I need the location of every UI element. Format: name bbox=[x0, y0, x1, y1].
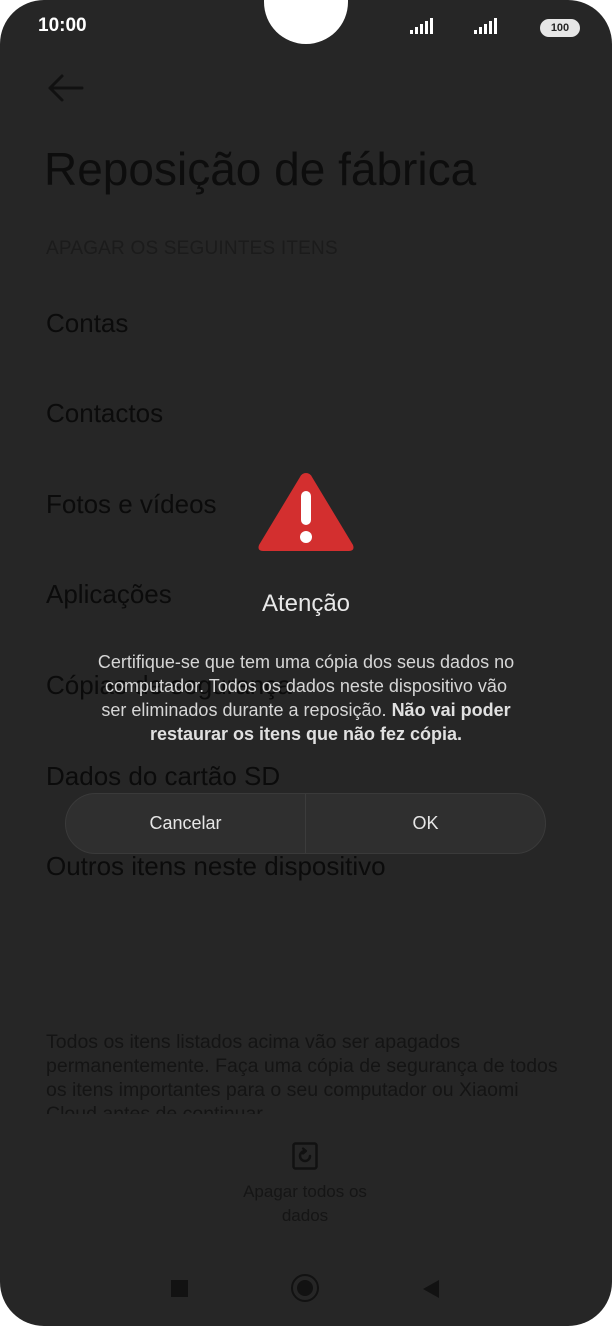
list-item-contactos: Contactos bbox=[46, 398, 164, 428]
phone-screen: 10:00 100 Reposição de fábrica APAGAR OS… bbox=[0, 0, 612, 1326]
dialog-body-line3b: Não vai poder bbox=[391, 700, 511, 720]
battery-icon: 100 bbox=[540, 19, 580, 37]
nav-recents-icon[interactable] bbox=[171, 1280, 188, 1297]
signal-icon-2 bbox=[474, 18, 497, 34]
dialog-body: Certifique-se que tem uma cópia dos seus… bbox=[60, 650, 552, 746]
cancel-button[interactable]: Cancelar bbox=[66, 794, 305, 853]
dialog-body-line3a: ser eliminados durante a reposição. bbox=[101, 700, 392, 720]
dialog-button-group: Cancelar OK bbox=[65, 793, 546, 854]
warning-icon bbox=[258, 473, 354, 551]
dialog-title: Atenção bbox=[261, 590, 351, 617]
nav-back-icon[interactable] bbox=[422, 1279, 440, 1299]
list-item-fotos: Fotos e vídeos bbox=[46, 489, 217, 519]
dialog-body-line4-bold: restaurar os itens que não fez cópia. bbox=[149, 724, 463, 744]
section-label: APAGAR OS SEGUINTES ITENS bbox=[46, 238, 338, 259]
page-title: Reposição de fábrica bbox=[44, 143, 477, 195]
list-item-cartao-sd: Dados do cartão SD bbox=[46, 761, 281, 791]
list-item-outros: Outros itens neste dispositivo bbox=[46, 851, 386, 881]
dialog-body-line2: computador. Todos os dados neste disposi… bbox=[105, 676, 507, 696]
erase-label-line1: Apagar todos os bbox=[243, 1182, 367, 1201]
dialog-body-line3: ser eliminados durante a reposição. Não … bbox=[60, 698, 552, 722]
back-arrow-icon[interactable] bbox=[46, 72, 84, 104]
nav-home-icon[interactable] bbox=[291, 1274, 319, 1302]
signal-icon bbox=[410, 18, 433, 34]
dialog-body-line4: restaurar os itens que não fez cópia. bbox=[60, 722, 552, 746]
ok-button[interactable]: OK bbox=[306, 794, 545, 853]
camera-notch bbox=[264, 0, 348, 44]
status-time: 10:00 bbox=[38, 15, 87, 36]
erase-icon[interactable] bbox=[292, 1142, 318, 1170]
footnote-text: Todos os itens listados acima vão ser ap… bbox=[46, 1031, 558, 1114]
erase-label-line2: dados bbox=[281, 1206, 329, 1225]
erase-all-button[interactable]: Apagar todos os dados bbox=[205, 1180, 405, 1228]
dialog-body-line1: Certifique-se que tem uma cópia dos seus… bbox=[97, 652, 515, 672]
list-item-contas: Contas bbox=[46, 308, 129, 338]
